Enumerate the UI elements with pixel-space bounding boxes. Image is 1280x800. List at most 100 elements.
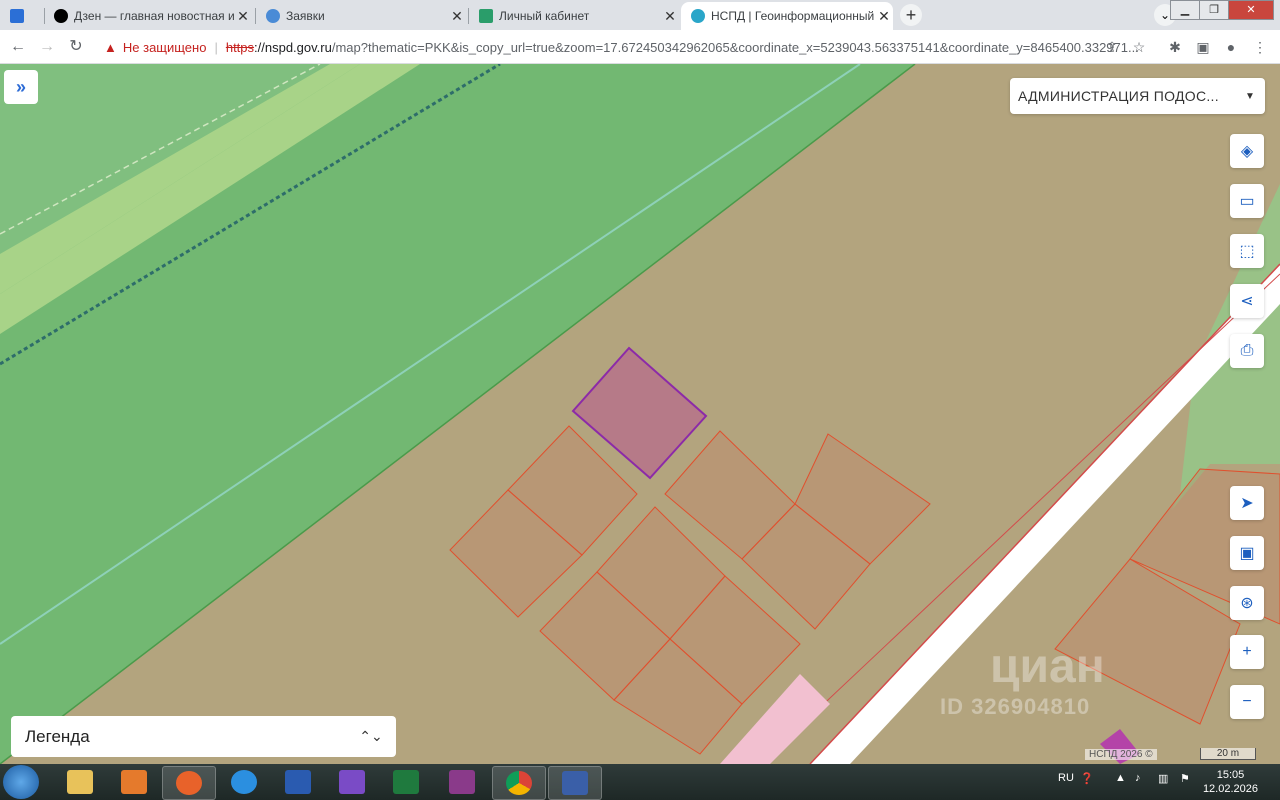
side-panel-icon[interactable]: ▣ (1191, 35, 1215, 59)
close-tab-icon[interactable]: ✕ (448, 8, 466, 25)
rosreestr-icon (479, 9, 493, 23)
extensions-icon[interactable]: ✱ (1163, 35, 1187, 59)
map-switch-button[interactable]: ▣ (1230, 536, 1264, 570)
back-button[interactable]: ← (6, 35, 30, 59)
taskbar-save-app[interactable] (548, 766, 602, 800)
close-tab-icon[interactable]: ✕ (661, 8, 679, 25)
winrar-icon (449, 770, 475, 794)
profile-icon[interactable]: ● (1219, 35, 1243, 59)
taskbar-word[interactable] (272, 766, 324, 798)
forward-button[interactable]: → (35, 35, 59, 59)
share-icon: ⋖ (1240, 293, 1254, 310)
address-bar[interactable]: ▲ Не защищено | https ://nspd.gov.ru/map… (96, 33, 1156, 61)
url-scheme: https (225, 39, 255, 55)
warning-icon: ▲ (104, 39, 117, 55)
excel-icon (393, 770, 419, 794)
region-select-value: АДМИНИСТРАЦИЯ ПОДОС... (1018, 88, 1219, 104)
internet-explorer-icon (231, 770, 257, 794)
print-icon: ⎙ (1240, 342, 1254, 359)
visual-studio-icon (339, 770, 365, 794)
ruler-icon: ▭ (1239, 193, 1255, 210)
select-area-icon: ⬚ (1239, 243, 1255, 260)
clock[interactable]: 15:05 12.02.2026 (1203, 768, 1258, 796)
tab-cabinet[interactable]: Личный кабинет ✕ (469, 2, 679, 30)
media-player-icon (121, 770, 147, 794)
chevron-down-icon: ▼ (1245, 90, 1255, 102)
url-path: /map?thematic=PKK&is_copy_url=true&zoom=… (331, 39, 1139, 55)
tab-dzen[interactable]: Дзен — главная новостная инф ✕ (44, 2, 252, 30)
zoom-in-icon: + (1242, 643, 1252, 660)
window-controls: ▁ ❐ ✕ (1170, 0, 1274, 20)
layers-button[interactable]: ◈ (1230, 134, 1264, 168)
dzen-icon (54, 9, 68, 23)
expand-panel-button[interactable]: » (4, 70, 38, 104)
locate-icon: ➤ (1240, 495, 1254, 512)
tray-arrow-icon[interactable]: ▲ (1115, 772, 1126, 784)
layers-icon: ◈ (1240, 143, 1254, 160)
menu-icon[interactable]: ⋮ (1248, 35, 1272, 59)
folder-icon (67, 770, 93, 794)
locate-button[interactable]: ➤ (1230, 486, 1264, 520)
legend-label: Легенда (25, 726, 90, 746)
tab-zayavki[interactable]: Заявки ✕ (256, 2, 466, 30)
taskbar-winrar[interactable] (436, 766, 488, 798)
watermark-brand: циан (990, 640, 1105, 693)
share-button[interactable]: ⋖ (1230, 284, 1264, 318)
taskbar-chrome[interactable] (492, 766, 546, 800)
zoom-out-button[interactable]: − (1230, 685, 1264, 719)
zoom-in-button[interactable]: + (1230, 635, 1264, 669)
browser-toolbar: ← → ↻ ▲ Не защищено | https ://nspd.gov.… (0, 30, 1280, 64)
security-label: Не защищено (122, 39, 207, 55)
scale-bar: 20 m (1200, 748, 1256, 760)
close-tab-icon[interactable]: ✕ (875, 8, 893, 25)
taskbar-firefox[interactable] (162, 766, 216, 800)
search-location-button[interactable]: ⊛ (1230, 586, 1264, 620)
url-host: ://nspd.gov.ru (254, 39, 332, 55)
region-select[interactable]: АДМИНИСТРАЦИЯ ПОДОС... ▼ (1010, 78, 1265, 114)
expand-collapse-icon[interactable]: ⌃⌄ (346, 728, 396, 745)
tab-title: Дзен — главная новостная инф (74, 9, 234, 23)
taskbar-excel[interactable] (380, 766, 432, 798)
taskbar-explorer[interactable] (54, 766, 106, 798)
volume-icon[interactable]: ♪ (1135, 772, 1141, 784)
mail-icon (10, 9, 24, 23)
close-window-button[interactable]: ✕ (1228, 0, 1274, 20)
divider: | (214, 39, 218, 55)
select-area-button[interactable]: ⬚ (1230, 234, 1264, 268)
help-icon[interactable]: ❓ (1080, 772, 1094, 785)
word-icon (285, 770, 311, 794)
tab-nspd[interactable]: НСПД | Геоинформационный п ✕ (681, 2, 893, 30)
nspd-icon (691, 9, 705, 23)
taskbar-vs[interactable] (326, 766, 378, 798)
print-button[interactable]: ⎙ (1230, 334, 1264, 368)
globe-icon (266, 9, 280, 23)
tab-search-pinned[interactable] (0, 2, 40, 30)
close-tab-icon[interactable]: ✕ (234, 8, 252, 25)
taskbar-media[interactable] (108, 766, 160, 798)
new-tab-button[interactable]: + (900, 4, 922, 26)
bookmark-star-icon[interactable]: ☆ (1127, 35, 1151, 59)
flag-icon[interactable]: ⚑ (1180, 772, 1190, 785)
clock-date: 12.02.2026 (1202, 783, 1258, 795)
minimize-button[interactable]: ▁ (1170, 0, 1200, 20)
floppy-icon (562, 771, 588, 795)
taskbar-ie[interactable] (218, 766, 270, 798)
language-indicator[interactable]: RU (1058, 772, 1074, 784)
network-icon[interactable]: ▥ (1158, 772, 1168, 785)
legend-panel[interactable]: Легенда ⌃⌄ (11, 716, 396, 757)
clock-time: 15:05 (1216, 769, 1245, 781)
firefox-icon (176, 771, 202, 795)
copyright: НСПД 2026 © (1085, 749, 1157, 760)
watermark: циан ID 326904810 (940, 639, 1105, 720)
share-page-icon[interactable]: ⇪ (1100, 35, 1124, 59)
url-text: ://nspd.gov.ru/map?thematic=PKK&is_copy_… (254, 40, 1139, 55)
tab-title: Заявки (286, 9, 325, 23)
ruler-button[interactable]: ▭ (1230, 184, 1264, 218)
tab-title: Личный кабинет (499, 9, 590, 23)
chrome-icon (506, 771, 532, 795)
maximize-button[interactable]: ❐ (1199, 0, 1229, 20)
tab-title: НСПД | Геоинформационный п (711, 9, 875, 23)
reload-button[interactable]: ↻ (64, 35, 88, 59)
map-canvas[interactable]: циан ID 326904810 » АДМИНИСТРАЦИЯ ПОДОС.… (0, 64, 1280, 764)
start-button[interactable] (3, 765, 39, 799)
